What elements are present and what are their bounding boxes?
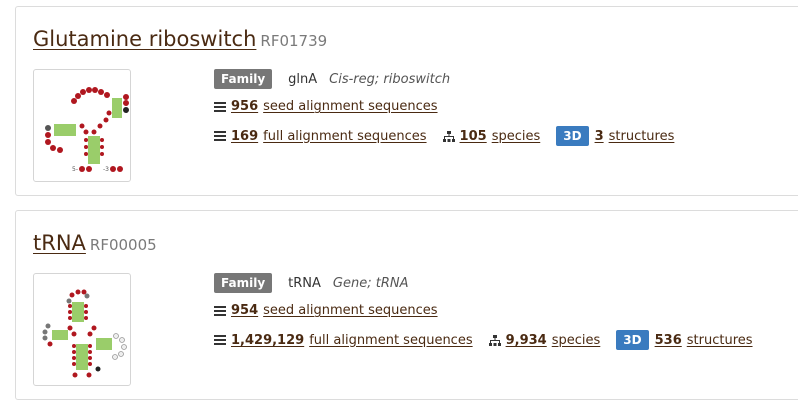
full-alignment-link[interactable]: 1,429,129 full alignment sequences: [231, 333, 473, 348]
gene-name: tRNA: [288, 275, 321, 291]
full-count: 169: [231, 128, 259, 144]
full-label: full alignment sequences: [309, 332, 473, 348]
list-icon: [214, 335, 226, 345]
secondary-structure-icon: 5- -3: [45, 87, 129, 173]
species-link[interactable]: 105 species: [460, 129, 541, 144]
species-count: 9,934: [505, 332, 547, 348]
full-count: 1,429,129: [231, 332, 305, 348]
family-badge: Family: [214, 273, 273, 293]
svg-text:5-: 5-: [72, 166, 78, 173]
structure-thumbnail[interactable]: 5- -3: [33, 69, 131, 182]
result-card: tRNA RF00005 Family tRNA Gene; tRNA 954 …: [15, 210, 798, 400]
species-label: species: [491, 128, 541, 144]
gene-name: glnA: [288, 71, 318, 87]
title-row: tRNA RF00005: [33, 231, 157, 255]
structures-label: structures: [608, 128, 675, 144]
structures-count: 536: [654, 332, 682, 348]
seed-alignment-link[interactable]: 954 seed alignment sequences: [231, 303, 438, 318]
list-icon: [214, 131, 226, 141]
full-alignment-link[interactable]: 169 full alignment sequences: [231, 129, 427, 144]
structures-link[interactable]: 536 structures: [655, 333, 753, 348]
family-meta-row: Family tRNA Gene; tRNA: [214, 273, 408, 293]
species-count: 105: [459, 128, 487, 144]
species-link[interactable]: 9,934 species: [506, 333, 601, 348]
seed-row: 956 seed alignment sequences: [214, 99, 438, 114]
3d-badge: 3D: [616, 330, 649, 350]
structure-thumbnail[interactable]: [33, 273, 131, 386]
accession: RF00005: [89, 236, 157, 254]
svg-text:-3: -3: [103, 166, 109, 173]
seed-label: seed alignment sequences: [263, 99, 438, 114]
family-type: Gene; tRNA: [332, 275, 409, 291]
family-title-link[interactable]: Glutamine riboswitch: [33, 27, 256, 51]
seed-count: 956: [231, 99, 259, 114]
seed-alignment-link[interactable]: 956 seed alignment sequences: [231, 99, 438, 114]
accession: RF01739: [260, 32, 328, 50]
family-meta-row: Family glnA Cis-reg; riboswitch: [214, 69, 450, 89]
family-type: Cis-reg; riboswitch: [329, 71, 451, 87]
result-card: Glutamine riboswitch RF01739 5- -3 Famil…: [15, 6, 798, 196]
title-row: Glutamine riboswitch RF01739: [33, 27, 327, 51]
family-title-link[interactable]: tRNA: [33, 231, 86, 255]
list-icon: [214, 101, 226, 112]
structures-link[interactable]: 3 structures: [595, 129, 675, 144]
species-label: species: [551, 332, 601, 348]
species-tree-icon: [488, 334, 501, 346]
list-icon: [214, 305, 226, 316]
full-label: full alignment sequences: [263, 128, 427, 144]
3d-badge: 3D: [556, 126, 589, 146]
seed-label: seed alignment sequences: [263, 303, 438, 318]
family-badge: Family: [214, 69, 273, 89]
full-row: 1,429,129 full alignment sequences 9,934 s…: [214, 330, 753, 350]
seed-row: 954 seed alignment sequences: [214, 303, 438, 318]
species-tree-icon: [442, 130, 455, 142]
structures-count: 3: [594, 128, 604, 144]
structures-label: structures: [686, 332, 753, 348]
full-row: 169 full alignment sequences 105 species 3…: [214, 126, 674, 146]
secondary-structure-icon: [42, 289, 127, 378]
seed-count: 954: [231, 303, 259, 318]
